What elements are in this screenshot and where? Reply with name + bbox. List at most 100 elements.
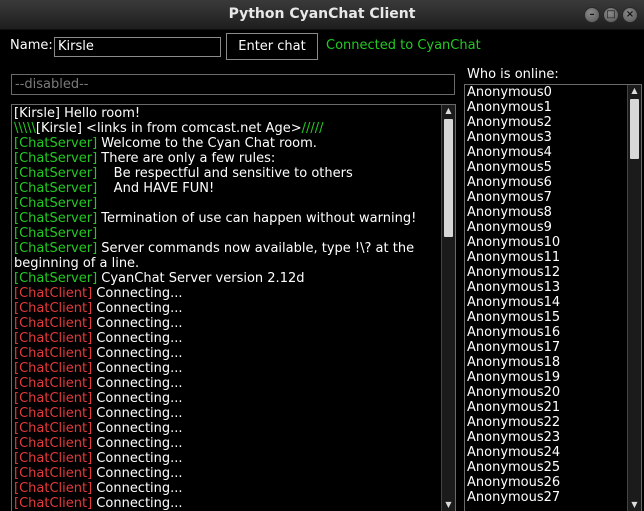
chat-text: Connecting...	[92, 361, 183, 376]
chat-text: Hello room!	[60, 106, 141, 121]
online-users-list[interactable]: Anonymous0 Anonymous1 Anonymous2 Anonymous3…	[464, 84, 642, 511]
chat-message: [ChatClient] Connecting...	[14, 496, 439, 511]
online-user[interactable]: Anonymous1	[467, 100, 627, 115]
chat-message: [Kirsle] Hello room!	[14, 106, 439, 121]
chat-message: [ChatServer]	[14, 196, 439, 211]
scroll-up-icon[interactable]: ▲	[442, 105, 455, 117]
chat-message: [ChatClient] Connecting...	[14, 331, 439, 346]
minimize-icon[interactable]: –	[584, 7, 600, 23]
online-user[interactable]: Anonymous26	[467, 475, 627, 490]
online-list: Anonymous0 Anonymous1 Anonymous2 Anonymous3…	[467, 85, 627, 505]
online-user[interactable]: Anonymous6	[467, 175, 627, 190]
online-user[interactable]: Anonymous23	[467, 430, 627, 445]
chat-message: [ChatServer] And HAVE FUN!	[14, 181, 439, 196]
chat-sender: [ChatClient]	[14, 391, 93, 406]
online-user[interactable]: Anonymous16	[467, 325, 627, 340]
chat-text: Connecting...	[92, 286, 183, 301]
chat-text: Connecting...	[92, 406, 183, 421]
scroll-down-icon[interactable]: ▼	[442, 499, 455, 511]
chat-text: Connecting...	[92, 451, 183, 466]
chat-message: [ChatClient] Connecting...	[14, 361, 439, 376]
chat-sender: [ChatServer]	[14, 211, 98, 226]
online-user[interactable]: Anonymous22	[467, 415, 627, 430]
chat-text: There are only a few rules:	[97, 151, 276, 166]
online-user[interactable]: Anonymous7	[467, 190, 627, 205]
chat-text: And HAVE FUN!	[97, 181, 215, 196]
chat-text: Connecting...	[92, 436, 183, 451]
chat-text: Welcome to the Cyan Chat room.	[97, 136, 317, 151]
chat-sender: [ChatClient]	[14, 331, 93, 346]
chat-sender: [ChatServer]	[14, 136, 98, 151]
online-user[interactable]: Anonymous4	[467, 145, 627, 160]
online-user[interactable]: Anonymous2	[467, 115, 627, 130]
chat-sender: [ChatClient]	[14, 316, 93, 331]
chat-scrollbar[interactable]: ▲ ▼	[441, 105, 455, 511]
chat-log[interactable]: [Kirsle] Hello room! \\\\\[Kirsle] <links…	[11, 104, 456, 511]
chat-scroll-thumb[interactable]	[444, 119, 453, 237]
chat-lines: [Kirsle] Hello room! \\\\\[Kirsle] <links…	[14, 106, 439, 511]
chat-message: [ChatServer]	[14, 226, 439, 241]
chat-sender: [ChatClient]	[14, 421, 93, 436]
online-user[interactable]: Anonymous11	[467, 250, 627, 265]
chat-message: [ChatClient] Connecting...	[14, 301, 439, 316]
chat-message: [ChatClient] Connecting...	[14, 346, 439, 361]
chat-suffix: /////	[301, 121, 324, 136]
chat-text: <links in from comcast.net Age>	[81, 121, 302, 136]
chat-text: Connecting...	[92, 391, 183, 406]
chat-text: Be respectful and sensitive to others	[97, 166, 353, 181]
online-user[interactable]: Anonymous25	[467, 460, 627, 475]
chat-message: [ChatClient] Connecting...	[14, 421, 439, 436]
chat-sender: [ChatClient]	[14, 436, 93, 451]
online-user[interactable]: Anonymous3	[467, 130, 627, 145]
close-icon[interactable]: ×	[622, 7, 638, 23]
chat-message: [ChatServer] Be respectful and sensitive…	[14, 166, 439, 181]
online-scrollbar[interactable]: ▲ ▼	[627, 85, 641, 511]
online-user[interactable]: Anonymous15	[467, 310, 627, 325]
chat-sender: [ChatClient]	[14, 286, 93, 301]
chat-sender: [ChatServer]	[14, 166, 98, 181]
chat-message: [ChatClient] Connecting...	[14, 451, 439, 466]
chat-message: [ChatClient] Connecting...	[14, 391, 439, 406]
online-user[interactable]: Anonymous9	[467, 220, 627, 235]
online-user[interactable]: Anonymous0	[467, 85, 627, 100]
name-label: Name:	[10, 38, 53, 53]
chat-sender: [ChatServer]	[14, 181, 98, 196]
online-user[interactable]: Anonymous10	[467, 235, 627, 250]
chat-message: [ChatClient] Connecting...	[14, 406, 439, 421]
online-user[interactable]: Anonymous21	[467, 400, 627, 415]
online-user[interactable]: Anonymous24	[467, 445, 627, 460]
online-user[interactable]: Anonymous18	[467, 355, 627, 370]
online-user[interactable]: Anonymous27	[467, 490, 627, 505]
chat-sender: [ChatClient]	[14, 346, 93, 361]
chat-message: \\\\\[Kirsle] <links in from comcast.net…	[14, 121, 439, 136]
chat-text: Connecting...	[92, 466, 183, 481]
name-input[interactable]: Kirsle	[54, 37, 221, 57]
online-user[interactable]: Anonymous20	[467, 385, 627, 400]
chat-sender: [Kirsle]	[14, 106, 61, 121]
chat-text: Termination of use can happen without wa…	[97, 211, 417, 226]
online-scroll-up-icon[interactable]: ▲	[628, 85, 641, 97]
chat-sender: [ChatServer]	[14, 196, 98, 211]
message-input[interactable]: --disabled--	[11, 74, 455, 95]
maximize-icon[interactable]: □	[603, 7, 619, 23]
online-user[interactable]: Anonymous19	[467, 370, 627, 385]
enter-chat-button[interactable]: Enter chat	[226, 33, 318, 60]
chat-message: [ChatServer] Welcome to the Cyan Chat ro…	[14, 136, 439, 151]
online-user[interactable]: Anonymous13	[467, 280, 627, 295]
connection-status: Connected to CyanChat	[326, 38, 481, 53]
chat-sender: [ChatClient]	[14, 406, 93, 421]
online-user[interactable]: Anonymous17	[467, 340, 627, 355]
title-bar[interactable]: Python CyanChat Client – □ ×	[0, 0, 644, 30]
online-scroll-down-icon[interactable]: ▼	[628, 499, 641, 511]
online-user[interactable]: Anonymous12	[467, 265, 627, 280]
online-user[interactable]: Anonymous8	[467, 205, 627, 220]
online-user[interactable]: Anonymous14	[467, 295, 627, 310]
online-scroll-thumb[interactable]	[630, 99, 639, 159]
online-label: Who is online:	[467, 67, 559, 82]
chat-text: Connecting...	[92, 376, 183, 391]
chat-message: [ChatServer] There are only a few rules:	[14, 151, 439, 166]
chat-text: Connecting...	[92, 421, 183, 436]
chat-sender: [ChatClient]	[14, 361, 93, 376]
online-user[interactable]: Anonymous5	[467, 160, 627, 175]
chat-sender: [ChatClient]	[14, 496, 93, 511]
